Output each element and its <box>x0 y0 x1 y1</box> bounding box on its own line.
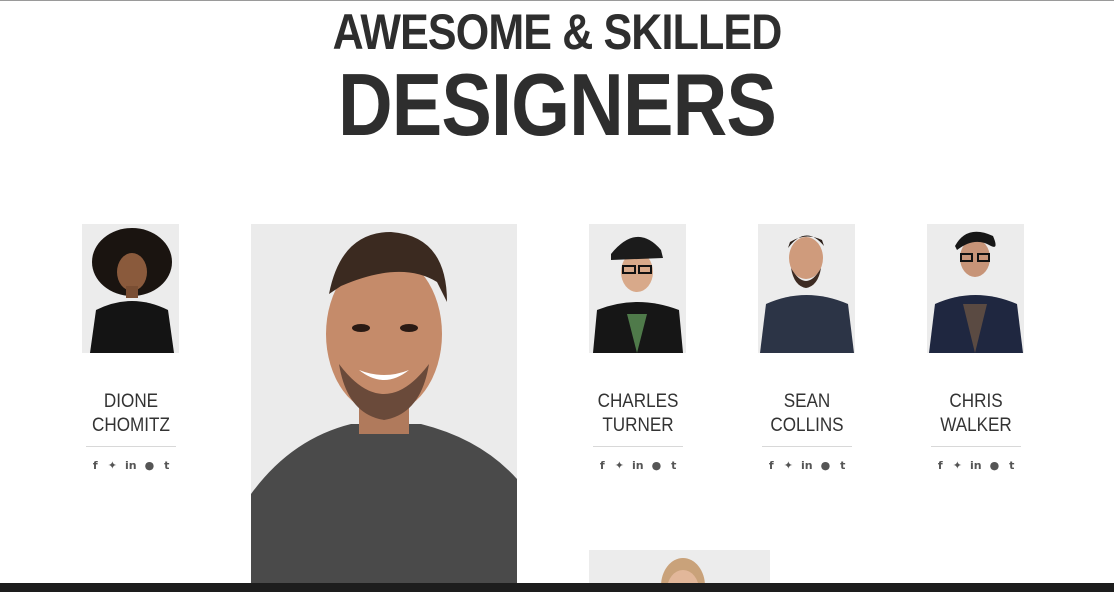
member-name-sean: SEAN COLLINS <box>770 391 844 436</box>
section-heading-line1: AWESOME & SKILLED <box>332 4 783 60</box>
facebook-icon[interactable]: f <box>767 459 776 472</box>
facebook-icon[interactable]: f <box>598 459 607 472</box>
tumblr-icon[interactable]: t <box>162 459 171 472</box>
linkedin-icon[interactable]: in <box>632 459 644 472</box>
featured-member-photo[interactable] <box>251 224 517 592</box>
linkedin-icon[interactable]: in <box>125 459 137 472</box>
member-photo-chris[interactable] <box>927 224 1024 353</box>
pinterest-icon[interactable]: ● <box>990 459 1000 472</box>
pinterest-icon[interactable]: ● <box>145 459 155 472</box>
member-photo-charles[interactable] <box>589 224 686 353</box>
member-name-dione: DIONE CHOMITZ <box>92 391 170 436</box>
social-links-dione: f ✦ in ● t <box>71 459 191 472</box>
tumblr-icon[interactable]: t <box>838 459 847 472</box>
linkedin-icon[interactable]: in <box>801 459 813 472</box>
facebook-icon[interactable]: f <box>91 459 100 472</box>
member-divider <box>86 446 176 447</box>
member-divider <box>762 446 852 447</box>
social-links-chris: f ✦ in ● t <box>916 459 1036 472</box>
member-name-chris: CHRIS WALKER <box>940 391 1012 436</box>
facebook-icon[interactable]: f <box>936 459 945 472</box>
tumblr-icon[interactable]: t <box>1007 459 1016 472</box>
top-border <box>0 0 1114 1</box>
member-photo-sean[interactable] <box>758 224 855 353</box>
twitter-icon[interactable]: ✦ <box>784 459 793 472</box>
member-divider <box>931 446 1021 447</box>
social-links-charles: f ✦ in ● t <box>578 459 698 472</box>
pinterest-icon[interactable]: ● <box>652 459 662 472</box>
member-divider <box>593 446 683 447</box>
member-name-charles: CHARLES TURNER <box>597 391 679 436</box>
social-links-sean: f ✦ in ● t <box>747 459 867 472</box>
twitter-icon[interactable]: ✦ <box>953 459 962 472</box>
twitter-icon[interactable]: ✦ <box>615 459 624 472</box>
pinterest-icon[interactable]: ● <box>821 459 831 472</box>
linkedin-icon[interactable]: in <box>970 459 982 472</box>
footer-bar <box>0 583 1114 592</box>
tumblr-icon[interactable]: t <box>669 459 678 472</box>
section-heading-line2: DESIGNERS <box>337 55 777 154</box>
member-photo-dione[interactable] <box>82 224 179 353</box>
twitter-icon[interactable]: ✦ <box>108 459 117 472</box>
